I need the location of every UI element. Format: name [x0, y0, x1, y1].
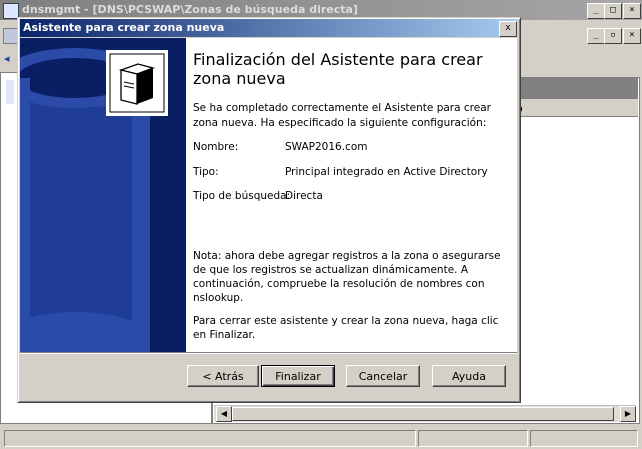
child-restore-icon[interactable]: ▫ — [604, 28, 622, 44]
scroll-right-icon[interactable]: ▶ — [620, 406, 636, 422]
background-window-title: dnsmgmt - [DNS\PCSWAP\Zonas de búsqueda … — [22, 3, 358, 16]
intro-line-2: zona nueva. Ha especificado la siguiente… — [193, 117, 487, 129]
field-label-name: Nombre: — [193, 141, 239, 153]
note-line: continuación, compruebe la resolución de… — [193, 278, 485, 290]
dialog-title: Asistente para crear zona nueva — [23, 21, 225, 34]
back-button[interactable]: < Atrás — [187, 365, 259, 387]
wizard-heading: Finalización del Asistente para crear zo… — [193, 50, 483, 88]
child-close-icon[interactable]: × — [623, 28, 641, 44]
field-value-type: Principal integrado en Active Directory — [285, 166, 488, 178]
wizard-banner-graphic — [20, 38, 186, 352]
field-value-lookup: Directa — [285, 190, 323, 202]
finish-instruction-line: en Finalizar. — [193, 329, 256, 341]
status-pane-2 — [418, 430, 528, 447]
field-label-type: Tipo: — [193, 166, 219, 178]
intro-line-1: Se ha completado correctamente el Asiste… — [193, 102, 491, 114]
cancel-button[interactable]: Cancelar — [346, 365, 420, 387]
back-arrow-icon[interactable]: ◂ — [4, 52, 16, 66]
child-minimize-icon[interactable]: _ — [587, 28, 605, 44]
note-line: nslookup. — [193, 292, 244, 304]
close-icon[interactable]: × — [623, 3, 641, 19]
finish-button[interactable]: Finalizar — [261, 365, 335, 387]
button-separator-highlight — [20, 353, 517, 354]
scrollbar-thumb[interactable] — [232, 407, 614, 421]
status-pane-main — [4, 430, 416, 447]
status-pane-3 — [530, 430, 638, 447]
note-line: Nota: ahora debe agregar registros a la … — [193, 250, 501, 262]
scroll-left-icon[interactable]: ◀ — [216, 406, 232, 422]
field-value-name: SWAP2016.com — [285, 141, 368, 153]
field-label-lookup: Tipo de búsqueda: — [193, 190, 291, 202]
dialog-close-icon[interactable]: x — [499, 21, 517, 37]
maximize-icon[interactable]: □ — [604, 3, 622, 19]
minimize-icon[interactable]: _ — [587, 3, 605, 19]
help-button[interactable]: Ayuda — [432, 365, 506, 387]
tree-node-icon — [6, 80, 14, 104]
note-line: de que los registros se actualizan dinám… — [193, 264, 469, 276]
finish-instruction-line: Para cerrar este asistente y crear la zo… — [193, 315, 499, 327]
wizard-side-banner — [20, 38, 186, 352]
